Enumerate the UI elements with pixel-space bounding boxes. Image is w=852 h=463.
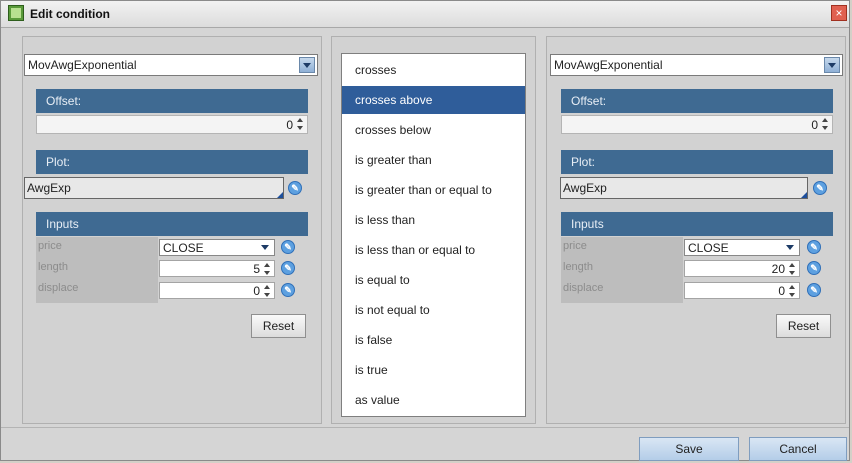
right-offset-value: 0 bbox=[811, 118, 818, 132]
list-item[interactable]: crosses below bbox=[342, 116, 525, 144]
edit-length-icon[interactable]: ✎ bbox=[807, 261, 821, 275]
list-item-label: as value bbox=[355, 393, 400, 407]
right-offset-label: Offset: bbox=[571, 94, 607, 108]
left-offset-field[interactable]: 0 bbox=[36, 115, 308, 134]
list-item[interactable]: is greater than bbox=[342, 146, 525, 174]
cancel-button[interactable]: Cancel bbox=[749, 437, 847, 461]
save-button[interactable]: Save bbox=[639, 437, 739, 461]
right-offset-field[interactable]: 0 bbox=[561, 115, 833, 134]
left-plot-header: Plot: bbox=[36, 150, 308, 174]
list-item-label: crosses below bbox=[355, 123, 432, 137]
list-item-label: is equal to bbox=[355, 273, 410, 287]
edit-condition-dialog: Edit condition × MovAwgExponential Offse… bbox=[0, 0, 850, 461]
chevron-down-icon[interactable] bbox=[258, 241, 272, 254]
spinner-icon[interactable] bbox=[788, 262, 797, 277]
left-price-value: CLOSE bbox=[163, 241, 204, 255]
corner-marker-icon bbox=[277, 192, 283, 198]
left-length-value: 5 bbox=[253, 262, 260, 276]
list-item-label: is greater than or equal to bbox=[355, 183, 492, 197]
list-item-label: is less than or equal to bbox=[355, 243, 476, 257]
left-price-select[interactable]: CLOSE bbox=[159, 239, 275, 256]
left-inputs-label: Inputs bbox=[46, 217, 79, 231]
right-input-price-label: price bbox=[563, 240, 587, 252]
left-reset-button[interactable]: Reset bbox=[251, 314, 306, 338]
list-item-label: is true bbox=[355, 363, 388, 377]
title-bar: Edit condition × bbox=[1, 1, 849, 28]
list-item-label: crosses bbox=[355, 63, 397, 77]
left-input-length-label: length bbox=[38, 261, 68, 273]
spinner-icon[interactable] bbox=[263, 284, 272, 299]
right-input-displace-label: displace bbox=[563, 282, 604, 294]
right-displace-value: 0 bbox=[778, 284, 785, 298]
left-input-displace-label: displace bbox=[38, 282, 79, 294]
right-displace-field[interactable]: 0 bbox=[684, 282, 800, 299]
edit-length-icon[interactable]: ✎ bbox=[281, 261, 295, 275]
right-study-value: MovAwgExponential bbox=[554, 58, 663, 72]
list-item[interactable]: is true bbox=[342, 356, 525, 384]
right-reset-button[interactable]: Reset bbox=[776, 314, 831, 338]
left-length-field[interactable]: 5 bbox=[159, 260, 275, 277]
right-inputs-header: Inputs bbox=[561, 212, 833, 236]
list-item-label: is not equal to bbox=[355, 303, 430, 317]
spinner-icon[interactable] bbox=[263, 262, 272, 277]
chevron-down-icon[interactable] bbox=[299, 57, 315, 73]
spinner-icon[interactable] bbox=[821, 117, 830, 132]
chevron-down-icon[interactable] bbox=[783, 241, 797, 254]
app-icon bbox=[8, 5, 24, 21]
left-input-price-label: price bbox=[38, 240, 62, 252]
chevron-down-icon[interactable] bbox=[824, 57, 840, 73]
dialog-title: Edit condition bbox=[30, 7, 110, 21]
list-item-label: is greater than bbox=[355, 153, 432, 167]
spinner-icon[interactable] bbox=[788, 284, 797, 299]
list-item[interactable]: is less than bbox=[342, 206, 525, 234]
left-displace-value: 0 bbox=[253, 284, 260, 298]
edit-price-icon[interactable]: ✎ bbox=[807, 240, 821, 254]
right-plot-label: Plot: bbox=[571, 155, 596, 169]
left-plot-label: Plot: bbox=[46, 155, 71, 169]
edit-displace-icon[interactable]: ✎ bbox=[807, 283, 821, 297]
left-offset-value: 0 bbox=[286, 118, 293, 132]
right-price-value: CLOSE bbox=[688, 241, 729, 255]
left-inputs-header: Inputs bbox=[36, 212, 308, 236]
left-study-value: MovAwgExponential bbox=[28, 58, 137, 72]
edit-displace-icon[interactable]: ✎ bbox=[281, 283, 295, 297]
edit-plot-icon[interactable]: ✎ bbox=[813, 181, 827, 195]
left-study-select[interactable]: MovAwgExponential bbox=[24, 54, 318, 76]
right-plot-field[interactable]: AwgExp bbox=[560, 177, 808, 199]
list-item-label: crosses above bbox=[355, 93, 433, 107]
right-study-select[interactable]: MovAwgExponential bbox=[550, 54, 843, 76]
left-displace-field[interactable]: 0 bbox=[159, 282, 275, 299]
right-input-length-label: length bbox=[563, 261, 593, 273]
right-plot-value: AwgExp bbox=[563, 181, 607, 195]
left-plot-value: AwgExp bbox=[27, 181, 71, 195]
list-item-label: is false bbox=[355, 333, 393, 347]
list-item[interactable]: is less than or equal to bbox=[342, 236, 525, 264]
corner-marker-icon bbox=[801, 192, 807, 198]
left-offset-label: Offset: bbox=[46, 94, 82, 108]
list-item[interactable]: is not equal to bbox=[342, 296, 525, 324]
right-plot-header: Plot: bbox=[561, 150, 833, 174]
list-item[interactable]: is greater than or equal to bbox=[342, 176, 525, 204]
list-item-selected[interactable]: crosses above bbox=[342, 86, 525, 114]
spinner-icon[interactable] bbox=[296, 117, 305, 132]
right-length-value: 20 bbox=[771, 262, 785, 276]
right-offset-header: Offset: bbox=[561, 89, 833, 113]
edit-plot-icon[interactable]: ✎ bbox=[288, 181, 302, 195]
list-item[interactable]: is false bbox=[342, 326, 525, 354]
right-inputs-label: Inputs bbox=[571, 217, 604, 231]
list-item[interactable]: is equal to bbox=[342, 266, 525, 294]
list-item[interactable]: as value bbox=[342, 386, 525, 414]
footer-divider bbox=[1, 427, 849, 428]
right-price-select[interactable]: CLOSE bbox=[684, 239, 800, 256]
right-length-field[interactable]: 20 bbox=[684, 260, 800, 277]
operator-list[interactable]: crosses crosses above crosses below is g… bbox=[341, 53, 526, 417]
close-button[interactable]: × bbox=[831, 5, 847, 21]
edit-price-icon[interactable]: ✎ bbox=[281, 240, 295, 254]
left-offset-header: Offset: bbox=[36, 89, 308, 113]
list-item[interactable]: crosses bbox=[342, 56, 525, 84]
list-item-label: is less than bbox=[355, 213, 416, 227]
left-plot-field[interactable]: AwgExp bbox=[24, 177, 284, 199]
